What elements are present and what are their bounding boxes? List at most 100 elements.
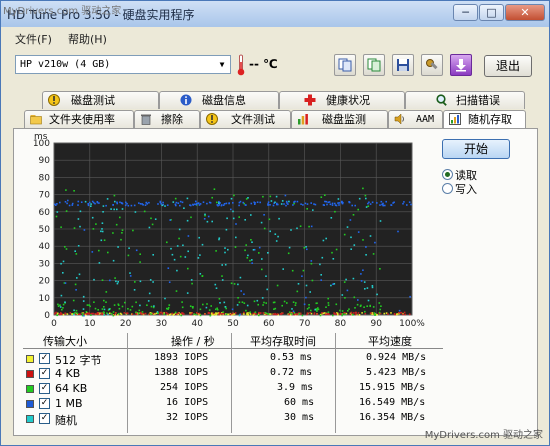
tab-folder-usage[interactable]: 文件夹使用率 bbox=[24, 110, 134, 128]
data-point bbox=[365, 254, 367, 256]
data-point bbox=[216, 201, 218, 204]
row-checkbox[interactable]: ✓ bbox=[39, 398, 50, 409]
data-point bbox=[295, 302, 297, 304]
data-point bbox=[56, 211, 59, 213]
copy-screenshot-button[interactable] bbox=[363, 54, 385, 76]
row-checkbox[interactable]: ✓ bbox=[39, 368, 50, 379]
data-point bbox=[80, 201, 83, 203]
maximize-button[interactable]: □ bbox=[479, 4, 504, 21]
data-point bbox=[338, 202, 340, 204]
tab-file-benchmark[interactable]: 文件测试 bbox=[200, 110, 291, 128]
row-checkbox[interactable]: ✓ bbox=[39, 383, 50, 394]
data-point bbox=[219, 302, 221, 304]
data-point bbox=[98, 262, 101, 264]
data-point bbox=[310, 312, 313, 315]
data-point bbox=[139, 203, 142, 205]
data-point bbox=[66, 202, 68, 205]
tab-disk-benchmark[interactable]: 磁盘测试 bbox=[42, 91, 159, 109]
data-point bbox=[278, 217, 280, 220]
data-point bbox=[199, 308, 202, 311]
menu-help[interactable]: 帮助(H) bbox=[68, 31, 107, 47]
data-point bbox=[89, 305, 91, 308]
magnifier-icon bbox=[436, 94, 447, 106]
options-button[interactable] bbox=[421, 54, 443, 76]
data-point bbox=[274, 233, 277, 235]
data-point bbox=[238, 204, 240, 207]
data-point bbox=[77, 200, 80, 203]
data-point bbox=[103, 311, 105, 314]
save-button[interactable] bbox=[392, 54, 414, 76]
tab-aam[interactable]: AAM bbox=[388, 110, 443, 128]
data-point bbox=[266, 288, 268, 291]
data-point bbox=[125, 201, 127, 204]
data-point bbox=[116, 208, 118, 211]
thermometer-icon bbox=[237, 54, 245, 76]
data-point bbox=[369, 203, 372, 205]
radio-read-dot[interactable] bbox=[442, 169, 453, 180]
data-point bbox=[288, 311, 291, 313]
data-point bbox=[330, 217, 333, 219]
data-point bbox=[286, 302, 288, 304]
tab-erase[interactable]: 擦除 bbox=[134, 110, 200, 128]
chevron-down-icon[interactable]: ▼ bbox=[214, 56, 230, 73]
data-point bbox=[320, 196, 323, 198]
data-point bbox=[353, 244, 356, 246]
data-point bbox=[103, 308, 106, 311]
data-point bbox=[334, 204, 337, 206]
data-point bbox=[151, 223, 154, 226]
series-color-swatch bbox=[26, 415, 34, 423]
data-point bbox=[83, 314, 85, 317]
data-point bbox=[66, 313, 69, 315]
data-point bbox=[404, 313, 407, 316]
data-point bbox=[408, 201, 411, 203]
tab-health[interactable]: 健康状况 bbox=[279, 91, 405, 109]
data-point bbox=[69, 312, 72, 314]
tab-disk-info[interactable]: 磁盘信息 bbox=[159, 91, 279, 109]
data-point bbox=[345, 312, 348, 315]
start-button[interactable]: 开始 bbox=[442, 139, 510, 159]
data-point bbox=[179, 200, 182, 203]
data-point bbox=[285, 200, 288, 203]
minimize-button[interactable]: ─ bbox=[453, 4, 478, 21]
data-point bbox=[59, 201, 61, 204]
exit-button[interactable]: 退出 bbox=[484, 55, 532, 77]
data-point bbox=[176, 269, 178, 272]
radio-write-dot[interactable] bbox=[442, 183, 453, 194]
data-point bbox=[173, 313, 175, 315]
data-point bbox=[137, 312, 140, 315]
menu-file[interactable]: 文件(F) bbox=[15, 31, 52, 47]
copy-info-button[interactable] bbox=[334, 54, 356, 76]
data-point bbox=[114, 277, 116, 279]
data-point bbox=[222, 311, 224, 313]
data-point bbox=[334, 210, 336, 213]
data-point bbox=[186, 219, 189, 222]
drive-select[interactable]: HP v210w (4 GB) ▼ bbox=[15, 55, 231, 74]
close-button[interactable]: ✕ bbox=[505, 4, 545, 21]
data-point bbox=[360, 280, 363, 282]
tab-error-scan[interactable]: 扫描错误 bbox=[405, 91, 525, 109]
data-point bbox=[224, 306, 227, 308]
tab-random-access[interactable]: 随机存取 bbox=[443, 110, 526, 130]
data-point bbox=[247, 314, 249, 316]
update-button[interactable] bbox=[450, 54, 472, 76]
app-window: HD Tune Pro 3.50 - 硬盘实用程序 MyDrivers.com … bbox=[0, 0, 550, 446]
data-point bbox=[345, 278, 347, 281]
data-point bbox=[73, 313, 75, 316]
radio-read[interactable]: 读取 bbox=[442, 167, 512, 182]
data-point bbox=[232, 202, 234, 204]
data-point bbox=[348, 201, 351, 204]
data-point bbox=[102, 211, 104, 213]
row-checkbox[interactable]: ✓ bbox=[39, 413, 50, 424]
tab-disk-monitor[interactable]: 磁盘监测 bbox=[291, 110, 388, 128]
header-transfer-size: 传输大小 bbox=[43, 335, 87, 348]
row-checkbox[interactable]: ✓ bbox=[39, 353, 50, 364]
tab-label: 健康状况 bbox=[326, 94, 370, 107]
radio-write[interactable]: 写入 bbox=[442, 181, 512, 196]
data-point bbox=[311, 279, 314, 282]
data-point bbox=[118, 307, 121, 310]
data-point bbox=[257, 303, 259, 306]
title-bar[interactable]: HD Tune Pro 3.50 - 硬盘实用程序 MyDrivers.com … bbox=[1, 1, 549, 27]
data-point bbox=[314, 308, 316, 311]
data-point bbox=[116, 201, 118, 204]
data-point bbox=[316, 313, 318, 315]
